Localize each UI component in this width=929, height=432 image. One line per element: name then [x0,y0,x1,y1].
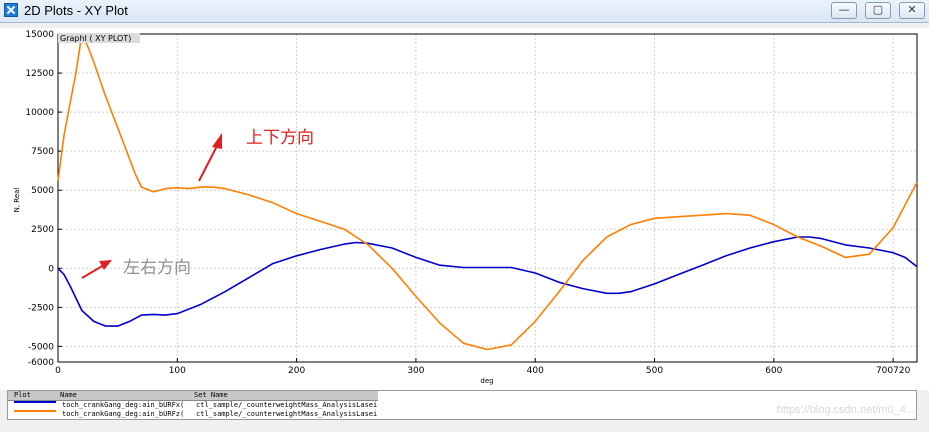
annotation-arrow-vertical [198,133,222,182]
x-tick-label: 100 [169,366,186,376]
plot-border [57,33,918,363]
legend-series-name: toch_crankGang_deg:ain_bURFx( [62,401,185,409]
y-axis-label: N, Real [13,188,21,213]
x-tick-label: 600 [765,366,782,376]
y-tick-label: 10000 [25,108,54,118]
legend-header: Plot Name Set Name [8,391,378,401]
annotation-horizontal-direction: 左右方向 [123,258,191,278]
watermark: https://blog.csdn.net/m0_4... [776,404,915,416]
window-title: 2D Plots - XY Plot [24,3,128,18]
y-tick-label: -5000 [28,342,54,352]
y-tick-label: 7500 [31,147,54,157]
legend-header-plot: Plot [14,391,31,399]
annotation-arrow-horizontal [81,260,112,279]
title-bar[interactable]: 2D Plots - XY Plot — ▢ ✕ [0,0,929,23]
y-tick-label: -6000 [28,358,54,368]
legend-line-swatch [14,401,56,403]
y-tick-label: 15000 [25,30,54,40]
series-layer [57,33,918,351]
close-button[interactable]: ✕ [899,2,925,19]
app-icon [4,3,18,17]
graph-label: GraphI ( XY PLOT) [60,34,131,43]
x-axis-label: deg [480,377,493,385]
x-tick-label: 400 [527,366,544,376]
maximize-button[interactable]: ▢ [865,2,891,19]
y-tick-label: 0 [48,264,54,274]
x-tick-label: 500 [646,366,663,376]
x-tick-label: 0 [55,366,61,376]
legend-set-name: ctl_sample/_counterweightMass_AnalysisLa… [196,410,378,418]
annotation-vertical-direction: 上下方向 [246,128,314,148]
x-tick-label: 200 [288,366,305,376]
x-tick-label: 300 [407,366,424,376]
x-tick-label: 700720 [876,366,911,376]
y-tick-label: 2500 [31,225,54,235]
series-line-0 [57,236,918,327]
y-tick-label: -2500 [28,303,54,313]
legend-series-name: toch_crankGang_deg:ain_bURFz( [62,410,185,418]
legend-header-set: Set Name [194,391,228,399]
chart-grid [57,33,917,363]
legend-header-name: Name [60,391,77,399]
legend-set-name: ctl_sample/_counterweightMass_AnalysisLa… [196,401,378,409]
y-tick-label: 12500 [25,69,54,79]
plot-area: 0 100 200 300 400 500 600 700720 -6000 -5000 -2500… [0,28,929,390]
plot-window: 2D Plots - XY Plot — ▢ ✕ 0 100 200 300 400 50… [0,0,929,432]
minimize-button[interactable]: — [831,2,857,19]
xy-chart: 0 100 200 300 400 500 600 700720 -6000 -5000 -2500… [13,30,918,385]
axis-ticks: 0 100 200 300 400 500 600 700720 -6000 -5000 -2500… [25,30,910,376]
y-tick-label: 5000 [31,186,54,196]
series-line-1 [57,33,918,351]
legend-line-swatch [14,410,56,412]
